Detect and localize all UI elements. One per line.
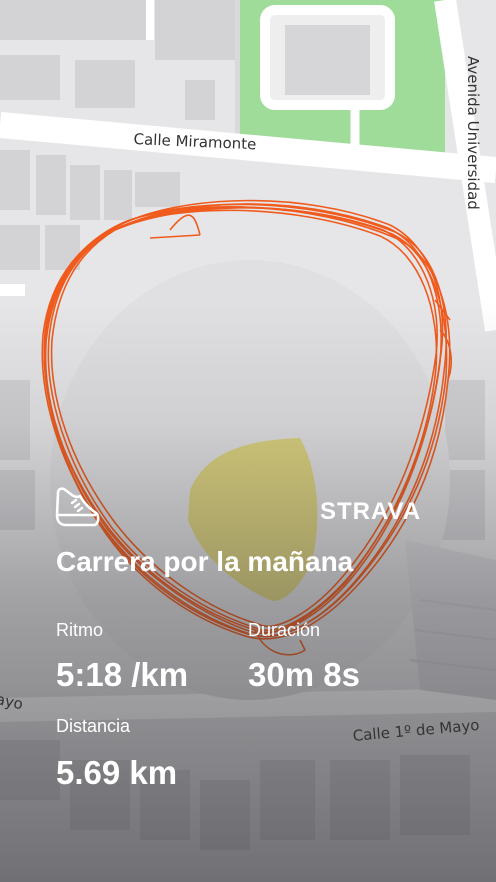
- activity-overlay: STRAVA Carrera por la mañana Ritmo 5:18 …: [0, 0, 496, 882]
- pace-label: Ritmo: [56, 620, 104, 640]
- activity-share-card: Calle Miramonte Avenida Universidad Call…: [0, 0, 496, 882]
- strava-logo-text: STRAVA: [320, 498, 421, 523]
- duration-value: 30m 8s: [248, 656, 360, 693]
- distance-label: Distancia: [56, 716, 131, 736]
- strava-logo: STRAVA: [320, 498, 421, 523]
- distance-value: 5.69 km: [56, 754, 178, 791]
- pace-value: 5:18 /km: [56, 656, 189, 693]
- activity-title: Carrera por la mañana: [56, 546, 354, 577]
- duration-label: Duración: [248, 620, 321, 640]
- running-shoe-icon: [55, 487, 100, 527]
